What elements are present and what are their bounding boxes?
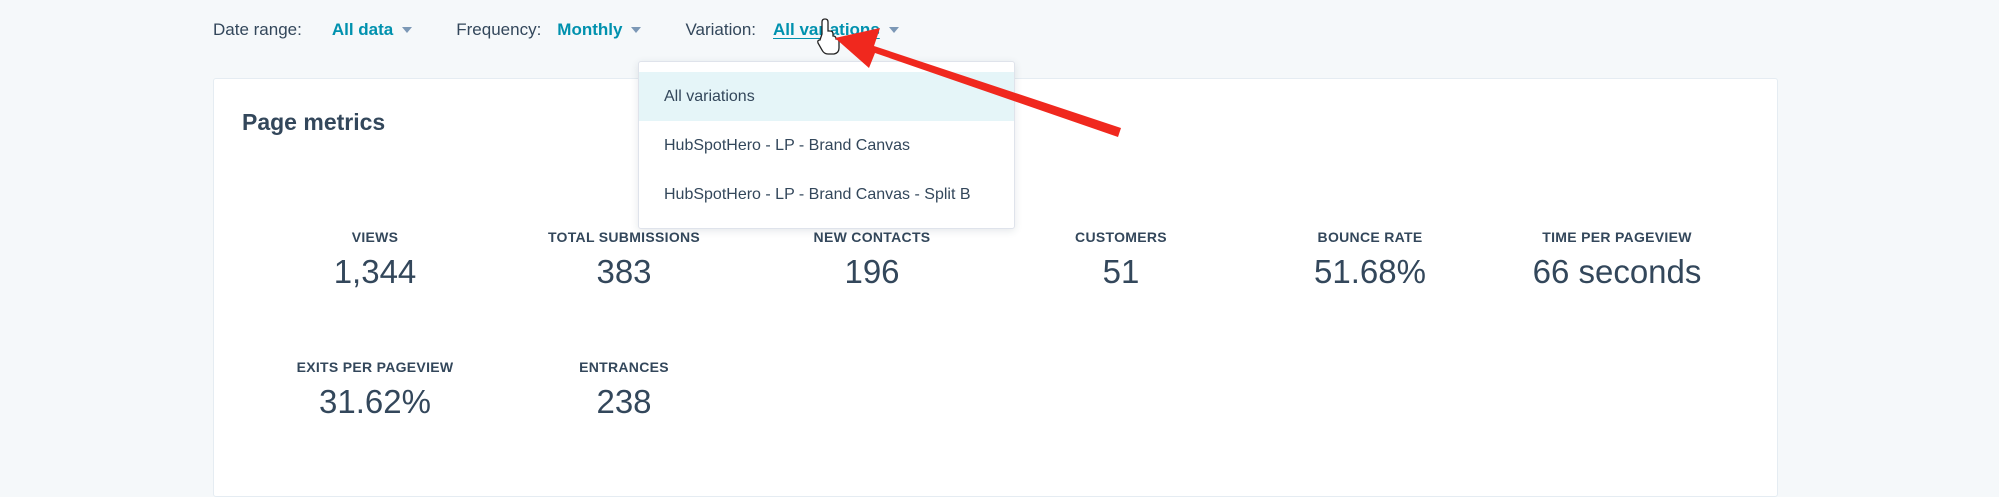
red-arrow-annotation (817, 18, 1121, 137)
hand-pointer-icon (817, 18, 840, 55)
